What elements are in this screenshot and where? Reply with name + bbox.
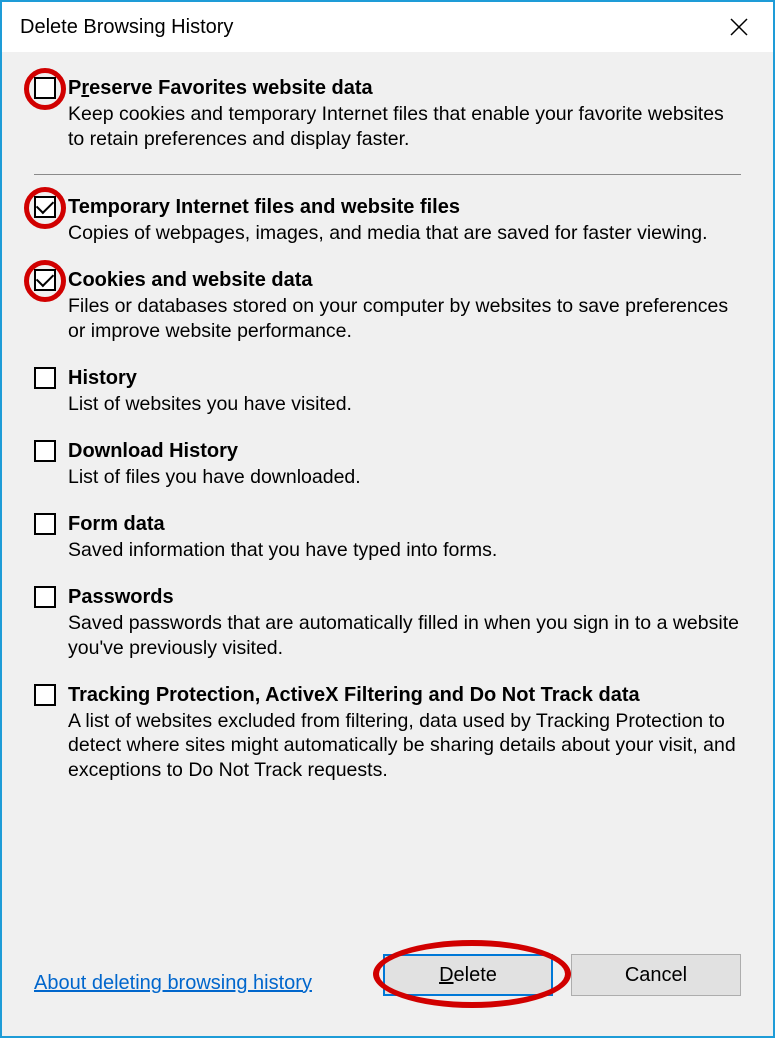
delete-button[interactable]: Delete bbox=[383, 954, 553, 996]
checkbox-wrap bbox=[34, 196, 60, 222]
checkbox-wrap bbox=[34, 586, 60, 612]
checkbox-wrap bbox=[34, 513, 60, 539]
dialog-window: Delete Browsing History Preserve Favorit… bbox=[0, 0, 775, 1038]
option-tracking-protection: Tracking Protection, ActiveX Filtering a… bbox=[34, 683, 741, 784]
option-description: A list of websites excluded from filteri… bbox=[68, 709, 741, 784]
close-icon bbox=[730, 18, 748, 36]
option-text: History List of websites you have visite… bbox=[68, 366, 741, 417]
option-description: List of files you have downloaded. bbox=[68, 465, 741, 490]
download-history-checkbox[interactable] bbox=[34, 440, 56, 462]
dialog-footer: About deleting browsing history Delete C… bbox=[2, 946, 773, 1036]
option-text: Form data Saved information that you hav… bbox=[68, 512, 741, 563]
option-download-history: Download History List of files you have … bbox=[34, 439, 741, 490]
cookies-checkbox[interactable] bbox=[34, 269, 56, 291]
option-description: List of websites you have visited. bbox=[68, 392, 741, 417]
tracking-protection-checkbox[interactable] bbox=[34, 684, 56, 706]
option-preserve-favorites: Preserve Favorites website data Keep coo… bbox=[34, 76, 741, 152]
option-description: Copies of webpages, images, and media th… bbox=[68, 221, 741, 246]
history-checkbox[interactable] bbox=[34, 367, 56, 389]
option-description: Keep cookies and temporary Internet file… bbox=[68, 102, 741, 152]
window-title: Delete Browsing History bbox=[20, 16, 233, 39]
option-text: Tracking Protection, ActiveX Filtering a… bbox=[68, 683, 741, 784]
option-description: Saved passwords that are automatically f… bbox=[68, 611, 741, 661]
option-description: Files or databases stored on your comput… bbox=[68, 294, 741, 344]
temporary-files-checkbox[interactable] bbox=[34, 196, 56, 218]
checkbox-wrap bbox=[34, 77, 60, 103]
option-form-data: Form data Saved information that you hav… bbox=[34, 512, 741, 563]
option-label: Cookies and website data bbox=[68, 268, 741, 292]
option-label: Passwords bbox=[68, 585, 741, 609]
option-text: Preserve Favorites website data Keep coo… bbox=[68, 76, 741, 152]
option-label: Form data bbox=[68, 512, 741, 536]
close-button[interactable] bbox=[717, 9, 761, 45]
option-label: Download History bbox=[68, 439, 741, 463]
option-label: History bbox=[68, 366, 741, 390]
option-temporary-files: Temporary Internet files and website fil… bbox=[34, 195, 741, 246]
about-deleting-history-link[interactable]: About deleting browsing history bbox=[34, 972, 312, 995]
option-cookies: Cookies and website data Files or databa… bbox=[34, 268, 741, 344]
checkbox-wrap bbox=[34, 269, 60, 295]
option-history: History List of websites you have visite… bbox=[34, 366, 741, 417]
option-text: Download History List of files you have … bbox=[68, 439, 741, 490]
checkbox-wrap bbox=[34, 684, 60, 710]
checkbox-wrap bbox=[34, 440, 60, 466]
dialog-content: Preserve Favorites website data Keep coo… bbox=[2, 52, 773, 946]
button-row: Delete Cancel bbox=[383, 954, 741, 996]
option-label: Preserve Favorites website data bbox=[68, 76, 741, 100]
form-data-checkbox[interactable] bbox=[34, 513, 56, 535]
titlebar: Delete Browsing History bbox=[2, 2, 773, 52]
preserve-favorites-checkbox[interactable] bbox=[34, 77, 56, 99]
cancel-button[interactable]: Cancel bbox=[571, 954, 741, 996]
option-text: Temporary Internet files and website fil… bbox=[68, 195, 741, 246]
option-text: Passwords Saved passwords that are autom… bbox=[68, 585, 741, 661]
option-passwords: Passwords Saved passwords that are autom… bbox=[34, 585, 741, 661]
option-label: Tracking Protection, ActiveX Filtering a… bbox=[68, 683, 741, 707]
passwords-checkbox[interactable] bbox=[34, 586, 56, 608]
option-label: Temporary Internet files and website fil… bbox=[68, 195, 741, 219]
option-text: Cookies and website data Files or databa… bbox=[68, 268, 741, 344]
checkbox-wrap bbox=[34, 367, 60, 393]
divider bbox=[34, 174, 741, 175]
option-description: Saved information that you have typed in… bbox=[68, 538, 741, 563]
